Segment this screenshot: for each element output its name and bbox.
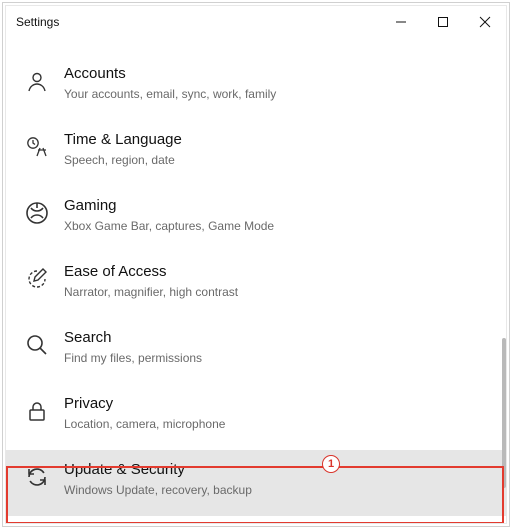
maximize-button[interactable] bbox=[422, 6, 464, 38]
maximize-icon bbox=[437, 16, 449, 28]
category-texts: Gaming Xbox Game Bar, captures, Game Mod… bbox=[64, 196, 274, 234]
category-texts: Accounts Your accounts, email, sync, wor… bbox=[64, 64, 276, 102]
close-icon bbox=[479, 16, 491, 28]
scrollbar-thumb[interactable] bbox=[502, 338, 506, 488]
category-texts: Time & Language Speech, region, date bbox=[64, 130, 182, 168]
category-subtitle: Windows Update, recovery, backup bbox=[64, 482, 252, 498]
category-texts: Search Find my files, permissions bbox=[64, 328, 202, 366]
category-texts: Update & Security Windows Update, recove… bbox=[64, 460, 252, 498]
category-update-security[interactable]: Update & Security Windows Update, recove… bbox=[6, 450, 506, 516]
category-title: Time & Language bbox=[64, 130, 182, 150]
gaming-icon bbox=[24, 200, 50, 226]
titlebar: Settings bbox=[6, 6, 506, 38]
privacy-icon bbox=[24, 398, 50, 424]
category-title: Ease of Access bbox=[64, 262, 238, 282]
window-frame: Settings bbox=[2, 2, 510, 527]
close-button[interactable] bbox=[464, 6, 506, 38]
category-title: Search bbox=[64, 328, 202, 348]
category-subtitle: Speech, region, date bbox=[64, 152, 182, 168]
category-subtitle: Location, camera, microphone bbox=[64, 416, 225, 432]
category-search[interactable]: Search Find my files, permissions bbox=[6, 318, 506, 384]
category-subtitle: Xbox Game Bar, captures, Game Mode bbox=[64, 218, 274, 234]
settings-category-list: Accounts Your accounts, email, sync, wor… bbox=[6, 38, 506, 516]
category-accounts[interactable]: Accounts Your accounts, email, sync, wor… bbox=[6, 54, 506, 120]
category-title: Gaming bbox=[64, 196, 274, 216]
category-privacy[interactable]: Privacy Location, camera, microphone bbox=[6, 384, 506, 450]
window-controls bbox=[380, 6, 506, 38]
category-title: Privacy bbox=[64, 394, 225, 414]
category-ease-of-access[interactable]: Ease of Access Narrator, magnifier, high… bbox=[6, 252, 506, 318]
ease-of-access-icon bbox=[24, 266, 50, 292]
window-title: Settings bbox=[16, 15, 59, 29]
category-texts: Privacy Location, camera, microphone bbox=[64, 394, 225, 432]
update-security-icon bbox=[24, 464, 50, 490]
window-inner: Settings bbox=[5, 5, 507, 524]
accounts-icon bbox=[24, 68, 50, 94]
minimize-icon bbox=[395, 16, 407, 28]
time-language-icon bbox=[24, 134, 50, 160]
category-time-language[interactable]: Time & Language Speech, region, date bbox=[6, 120, 506, 186]
category-title: Update & Security bbox=[64, 460, 252, 480]
category-gaming[interactable]: Gaming Xbox Game Bar, captures, Game Mod… bbox=[6, 186, 506, 252]
category-title: Accounts bbox=[64, 64, 276, 84]
category-texts: Ease of Access Narrator, magnifier, high… bbox=[64, 262, 238, 300]
minimize-button[interactable] bbox=[380, 6, 422, 38]
search-icon bbox=[24, 332, 50, 358]
content-area: Accounts Your accounts, email, sync, wor… bbox=[6, 38, 506, 523]
category-subtitle: Find my files, permissions bbox=[64, 350, 202, 366]
category-subtitle: Your accounts, email, sync, work, family bbox=[64, 86, 276, 102]
category-subtitle: Narrator, magnifier, high contrast bbox=[64, 284, 238, 300]
